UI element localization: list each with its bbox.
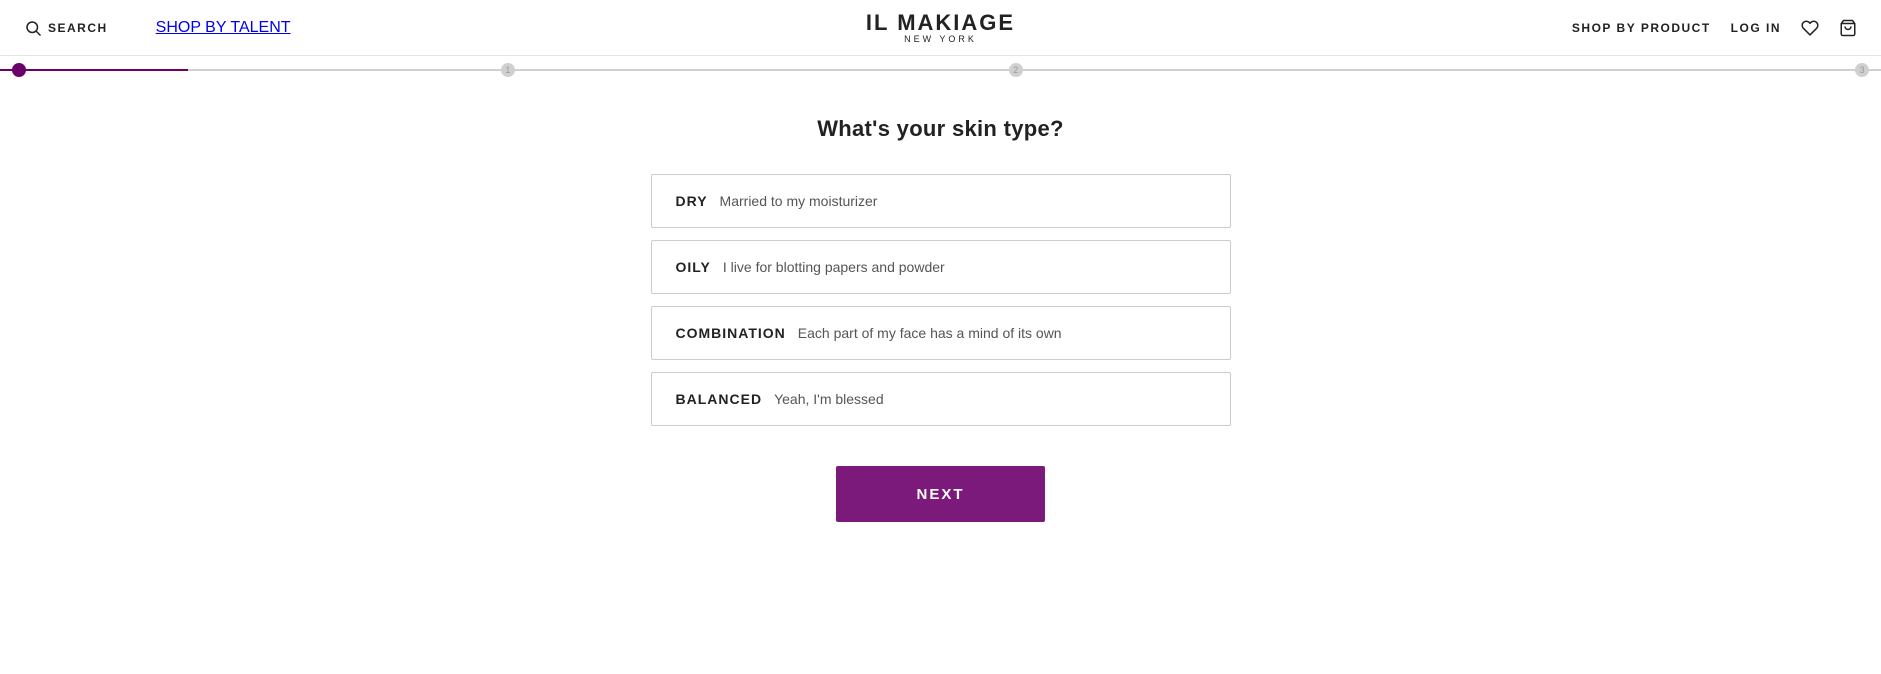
progress-step-1 [12,63,26,77]
option-type-combination: COMBINATION [676,325,786,341]
brand-name: IL MAKIAGE [866,12,1015,34]
option-card-balanced[interactable]: BALANCED Yeah, I'm blessed [651,372,1231,426]
progress-step-4: 3 [1855,63,1869,77]
header-left: SEARCH SHOP BY TALENT [24,19,291,37]
option-desc-oily: I live for blotting papers and powder [723,259,945,275]
option-type-balanced: BALANCED [676,391,763,407]
next-button[interactable]: Next [836,466,1044,522]
option-desc-balanced: Yeah, I'm blessed [774,391,884,407]
option-desc-dry: Married to my moisturizer [720,193,878,209]
brand-sub: NEW YORK [866,34,1015,44]
nav-right: SHOP BY PRODUCT [1572,19,1711,37]
brand-logo[interactable]: IL MAKIAGE NEW YORK [866,12,1015,44]
search-button[interactable]: SEARCH [24,19,108,37]
option-card-dry[interactable]: DRY Married to my moisturizer [651,174,1231,228]
progress-fill [0,69,188,71]
header: SEARCH SHOP BY TALENT IL MAKIAGE NEW YOR… [0,0,1881,56]
options-container: DRY Married to my moisturizer OILY I live f… [651,174,1231,426]
nav-left: SHOP BY TALENT [156,19,291,37]
option-card-oily[interactable]: OILY I live for blotting papers and powde… [651,240,1231,294]
search-icon [24,19,42,37]
cart-icon[interactable] [1839,19,1857,37]
main-content: What's your skin type? DRY Married to my … [0,84,1881,562]
option-desc-combination: Each part of my face has a mind of its o… [798,325,1062,341]
shop-by-product-link[interactable]: SHOP BY PRODUCT [1572,21,1711,35]
option-card-combination[interactable]: COMBINATION Each part of my face has a mi… [651,306,1231,360]
option-type-dry: DRY [676,193,708,209]
favorites-icon[interactable] [1801,19,1819,37]
search-label: SEARCH [48,21,108,35]
header-right: SHOP BY PRODUCT LOG IN [1572,19,1857,37]
login-link[interactable]: LOG IN [1731,21,1781,35]
option-type-oily: OILY [676,259,711,275]
progress-bar: 1 2 3 [0,56,1881,84]
progress-step-2: 1 [501,63,515,77]
shop-by-talent-link[interactable]: SHOP BY TALENT [156,19,291,36]
progress-step-3: 2 [1009,63,1023,77]
page-title: What's your skin type? [817,116,1064,142]
